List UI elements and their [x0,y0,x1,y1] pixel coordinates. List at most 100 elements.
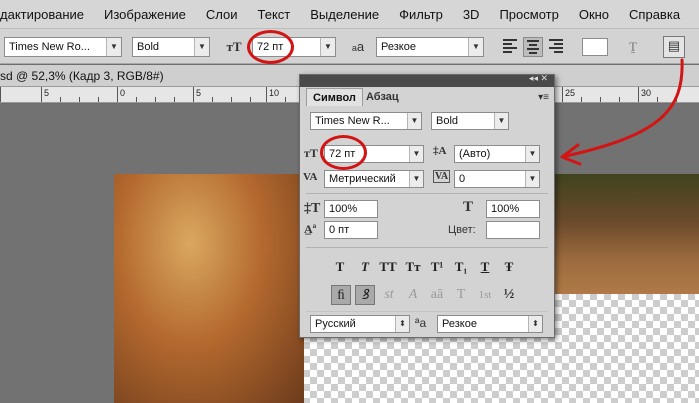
swash-button[interactable]: st [379,285,399,305]
panel-divider [306,247,548,248]
menu-help[interactable]: Справка [619,7,690,22]
chevron-down-icon: ▼ [525,146,539,162]
panel-title-bar[interactable]: ◂◂ ✕ [300,73,554,87]
panel-menu-icon[interactable]: ▾≡ [538,92,549,103]
font-style-value: Bold [137,41,160,53]
underline-button[interactable]: T [475,257,495,277]
font-size-icon: тT [304,146,318,160]
alternates-button[interactable]: A [403,285,423,305]
discretionary-ligature-button[interactable]: ꝸ [355,285,375,305]
tab-paragraph[interactable]: Абзац [360,88,405,106]
ruler-label: 5 [196,88,202,98]
small-caps-button[interactable]: Tт [403,257,423,277]
chevron-down-icon: ▼ [409,171,423,187]
options-bar: Times New Ro... ▼ Bold ▼ тT 72 пт ▼ aa Р… [0,28,699,64]
align-left-button[interactable] [500,37,520,57]
character-panel-toggle-icon[interactable]: ▤ [663,36,685,58]
menu-edit[interactable]: дактирование [0,7,94,22]
faux-bold-button[interactable]: T [330,257,350,277]
chevron-down-icon: ⬍ [395,316,409,332]
menu-layers[interactable]: Слои [196,7,248,22]
leading-value: (Авто) [459,148,491,160]
antialias-value: Резкое [381,41,416,53]
chevron-down-icon: ▼ [320,38,335,56]
ordinals-button[interactable]: 1st [475,285,495,305]
ruler-label: 0 [120,88,126,98]
warp-text-icon[interactable]: Ṯ [622,36,644,58]
leading-icon: ‡A [433,145,447,157]
menu-window[interactable]: Окно [569,7,619,22]
text-color-swatch[interactable] [582,38,608,56]
language-value: Русский [315,318,356,330]
chevron-down-icon: ▼ [407,113,421,129]
chevron-down-icon: ▼ [468,38,483,56]
strikethrough-button[interactable]: Ŧ [499,257,519,277]
stylistic-alternates-button[interactable]: aā [427,285,447,305]
ruler-label: 5 [44,88,50,98]
panel-font-family-value: Times New R... [315,115,390,127]
menu-bar: дактирование Изображение Слои Текст Выде… [0,0,699,28]
document-title[interactable]: sd @ 52,3% (Кадр 3, RGB/8#) [0,69,164,83]
panel-antialias-value: Резкое [442,318,477,330]
kerning-icon: VA [303,171,318,183]
tab-character[interactable]: Символ [306,88,363,106]
titling-alternates-button[interactable]: T [451,285,471,305]
all-caps-button[interactable]: TT [378,257,398,277]
character-panel: ◂◂ ✕ Символ Абзац ▾≡ Times New R... ▼ Bo… [299,73,555,338]
color-label: Цвет: [448,224,476,236]
panel-font-family-select[interactable]: Times New R... ▼ [310,112,422,130]
align-right-button[interactable] [546,37,566,57]
menu-type[interactable]: Текст [248,7,301,22]
annotation-circle-toolbar-size [247,30,294,64]
superscript-button[interactable]: T¹ [427,257,447,277]
ruler-label: 25 [565,88,576,98]
language-select[interactable]: Русский ⬍ [310,315,410,333]
panel-divider [306,311,548,312]
antialias-icon-big: a [356,39,365,54]
ruler-label: 10 [269,88,280,98]
leading-select[interactable]: (Авто) ▼ [454,145,540,163]
menu-image[interactable]: Изображение [94,7,196,22]
menu-3d[interactable]: 3D [453,7,490,22]
menu-view[interactable]: Просмотр [489,7,568,22]
align-center-button[interactable] [523,37,543,57]
panel-antialias-select[interactable]: Резкое ⬍ [437,315,543,333]
photo-layer-left [114,174,304,403]
baseline-shift-input[interactable]: 0 пт [324,221,378,239]
collapse-icon[interactable]: ◂◂ ✕ [529,73,548,84]
horizontal-scale-input[interactable]: 100% [486,200,540,218]
font-family-value: Times New Ro... [9,41,90,53]
annotation-circle-panel-size [320,135,367,170]
subscript-button[interactable]: T₁ [451,257,471,277]
kerning-value: Метрический [329,173,396,185]
kerning-select[interactable]: Метрический ▼ [324,170,424,188]
tracking-icon: VA [433,170,451,183]
ligature-button[interactable]: ﬁ [331,285,351,305]
vertical-scale-value: 100% [329,203,358,215]
panel-font-style-select[interactable]: Bold ▼ [431,112,509,130]
chevron-down-icon: ▼ [409,146,423,162]
chevron-down-icon: ▼ [194,38,209,56]
menu-filter[interactable]: Фильтр [389,7,453,22]
tracking-value: 0 [459,173,466,185]
antialias-select[interactable]: Резкое ▼ [376,37,484,57]
antialias-icon-letter: a [419,316,427,330]
chevron-down-icon: ⬍ [528,316,542,332]
baseline-shift-icon: A̲ª [304,222,317,236]
fractions-button[interactable]: ½ [499,285,519,305]
faux-italic-button[interactable]: T [355,257,375,277]
chevron-down-icon: ▼ [525,171,539,187]
ruler-label: 30 [641,88,652,98]
panel-font-style-value: Bold [436,115,459,127]
panel-color-swatch[interactable] [486,221,540,239]
baseline-shift-value: 0 пт [329,224,350,236]
antialias-icon: ªa [415,316,427,330]
vertical-scale-input[interactable]: 100% [324,200,378,218]
antialias-icon: aa [347,36,369,58]
menu-select[interactable]: Выделение [300,7,389,22]
tracking-select[interactable]: 0 ▼ [454,170,540,188]
font-family-select[interactable]: Times New Ro... ▼ [4,37,122,57]
chevron-down-icon: ▼ [106,38,121,56]
font-style-select[interactable]: Bold ▼ [132,37,210,57]
horizontal-scale-icon: T [463,199,474,215]
